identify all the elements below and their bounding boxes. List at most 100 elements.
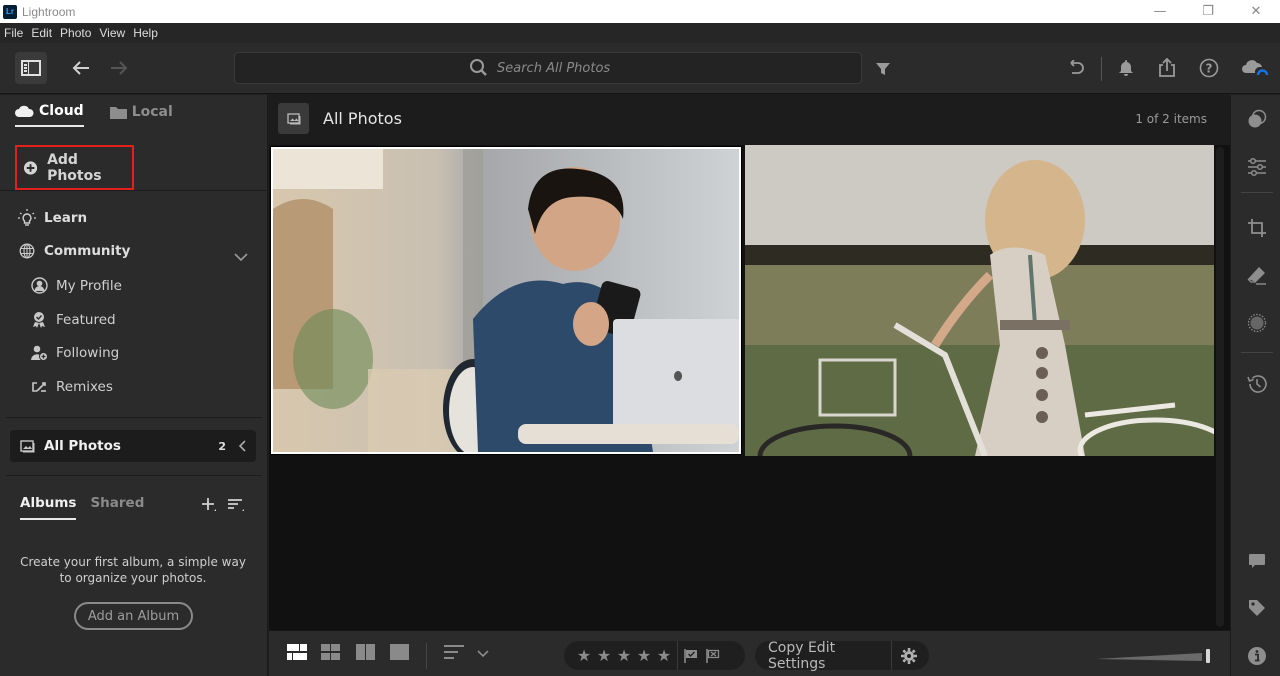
sidebar-item-following[interactable]: Following [30, 345, 119, 361]
sidebar-item-community[interactable]: Community [18, 243, 130, 259]
flag-reject-icon[interactable] [706, 648, 720, 663]
sidebar-item-learn[interactable]: Learn [18, 209, 87, 227]
rating-flag-pill: ★ ★ ★ ★ ★ [564, 641, 745, 670]
presets-button[interactable] [1246, 108, 1268, 130]
photo-grid-icon [287, 644, 307, 660]
flag-pick-icon[interactable] [684, 648, 698, 663]
thumbnail-size-slider[interactable] [1094, 648, 1214, 663]
add-album-button[interactable]: Add an Album [74, 602, 193, 630]
view-square-grid-button[interactable] [287, 644, 307, 660]
divider [426, 643, 427, 669]
cloud-sync-icon [1242, 60, 1269, 76]
tab-local[interactable]: Local [109, 103, 173, 127]
lightbulb-icon [18, 209, 36, 227]
panel-toggle-button[interactable] [15, 52, 47, 84]
sidebar-item-remixes[interactable]: Remixes [30, 379, 113, 395]
sort-dropdown-button[interactable] [477, 650, 489, 658]
menu-view[interactable]: View [99, 26, 125, 40]
star-5-icon[interactable]: ★ [654, 646, 674, 665]
back-button[interactable] [70, 57, 92, 79]
grid-header: All Photos 1 of 2 items [269, 95, 1230, 145]
view-compare-button[interactable] [356, 644, 375, 660]
history-icon [1247, 375, 1267, 393]
menu-help[interactable]: Help [133, 26, 158, 40]
minimize-button[interactable]: — [1136, 0, 1184, 23]
edit-button[interactable] [1246, 156, 1268, 178]
page-title: All Photos [323, 109, 402, 128]
item-count: 1 of 2 items [1135, 112, 1207, 126]
undo-button[interactable] [1065, 57, 1087, 79]
sidebar-item-featured[interactable]: Featured [30, 311, 116, 329]
forward-button[interactable] [108, 57, 130, 79]
search-input[interactable] [497, 60, 627, 76]
award-icon [30, 311, 48, 329]
share-icon [1159, 57, 1175, 77]
info-button[interactable] [1246, 645, 1268, 667]
slider-handle [1206, 649, 1210, 663]
photos-icon [20, 439, 35, 452]
globe-icon [18, 243, 36, 259]
tab-shared[interactable]: Shared [90, 495, 144, 520]
source-tabs: Cloud Local [15, 103, 199, 127]
close-button[interactable]: ✕ [1232, 0, 1280, 23]
crop-button[interactable] [1246, 217, 1268, 239]
keywords-button[interactable] [1246, 597, 1268, 619]
sidebar-item-my-profile[interactable]: My Profile [30, 277, 122, 294]
comment-icon [1249, 554, 1265, 568]
star-4-icon[interactable]: ★ [634, 646, 654, 665]
filter-button[interactable] [873, 59, 893, 79]
sidebar-item-all-photos[interactable]: All Photos 2 [10, 430, 256, 462]
sort-button[interactable] [444, 644, 464, 660]
help-icon: ? [1199, 58, 1219, 78]
add-photos-label: Add Photos [47, 151, 102, 184]
menu-edit[interactable]: Edit [31, 26, 52, 40]
star-2-icon[interactable]: ★ [594, 646, 614, 665]
search-field[interactable] [234, 52, 862, 84]
photo-thumbnail[interactable] [745, 145, 1214, 456]
chevron-left-icon[interactable] [238, 437, 246, 456]
copy-settings-gear-button[interactable] [901, 647, 917, 664]
cloud-icon [15, 105, 34, 117]
view-detail-button[interactable] [390, 644, 409, 660]
sort-icon [444, 645, 464, 659]
star-3-icon[interactable]: ★ [614, 646, 634, 665]
profile-icon [30, 277, 48, 294]
photo-thumbnail[interactable] [270, 146, 742, 455]
arrow-left-icon [72, 61, 89, 75]
copy-edit-settings-button[interactable]: Copy Edit Settings [755, 640, 891, 672]
comments-button[interactable] [1246, 550, 1268, 572]
presets-icon [1248, 109, 1267, 128]
bell-icon [1119, 60, 1133, 76]
photo-grid-area: All Photos 1 of 2 items [269, 95, 1230, 630]
chevron-down-icon[interactable] [234, 247, 248, 266]
notifications-button[interactable] [1115, 57, 1137, 79]
album-tabs: Albums Shared [20, 495, 158, 520]
following-icon [30, 345, 48, 361]
healing-button[interactable] [1246, 265, 1268, 287]
view-grid-button[interactable] [321, 644, 340, 660]
toolbar-divider [1101, 57, 1102, 81]
divider [6, 417, 262, 418]
grid-scrollbar[interactable] [1216, 147, 1224, 627]
share-button[interactable] [1156, 56, 1178, 78]
tag-icon [1249, 600, 1265, 616]
chevron-down-icon [477, 650, 489, 658]
sort-albums-button[interactable] [227, 497, 245, 517]
versions-button[interactable] [1246, 373, 1268, 395]
divider [1241, 352, 1273, 353]
help-button[interactable]: ? [1198, 57, 1220, 79]
add-photos-button[interactable]: Add Photos [15, 145, 134, 190]
add-album-menu-button[interactable] [201, 497, 217, 517]
cloud-sync-button[interactable] [1241, 56, 1269, 78]
restore-button[interactable]: ❐ [1184, 0, 1232, 23]
tab-albums[interactable]: Albums [20, 495, 77, 520]
tab-cloud[interactable]: Cloud [15, 103, 84, 127]
masking-button[interactable] [1246, 312, 1268, 334]
left-sidebar: Cloud Local Add Photos Learn Community M… [0, 95, 268, 676]
menu-photo[interactable]: Photo [60, 26, 91, 40]
bottom-toolbar: ★ ★ ★ ★ ★ Copy Edit Settings [269, 630, 1230, 676]
star-1-icon[interactable]: ★ [574, 646, 594, 665]
panel-toggle-icon [21, 60, 41, 76]
menu-file[interactable]: File [4, 26, 23, 40]
plus-circle-icon [23, 160, 38, 175]
